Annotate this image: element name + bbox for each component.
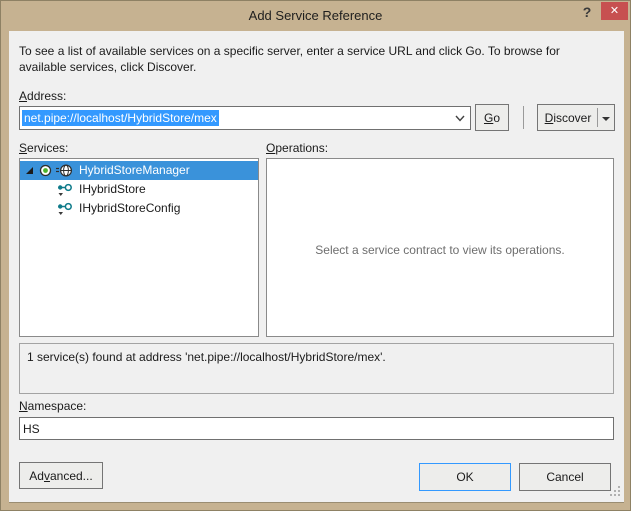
operations-panel[interactable]: Select a service contract to view its op… — [266, 158, 614, 337]
ok-button[interactable]: OK — [419, 463, 511, 491]
help-icon: ? — [582, 4, 592, 20]
status-box: 1 service(s) found at address 'net.pipe:… — [19, 343, 614, 394]
title-bar[interactable]: Add Service Reference — [1, 1, 630, 31]
tree-item-label: IHybridStore — [79, 182, 146, 196]
service-contract-icon — [57, 202, 73, 216]
cancel-button[interactable]: Cancel — [519, 463, 611, 491]
close-icon: ✕ — [609, 5, 620, 17]
web-service-globe-icon — [56, 164, 73, 177]
status-text: 1 service(s) found at address 'net.pipe:… — [27, 350, 386, 364]
chevron-down-icon[interactable] — [455, 115, 465, 122]
tree-row-contract[interactable]: IHybridStore — [20, 180, 258, 199]
discover-button[interactable]: Discover — [537, 104, 615, 131]
address-value: net.pipe://localhost/HybridStore/mex — [22, 110, 219, 126]
go-button[interactable]: Go — [475, 104, 509, 131]
close-button[interactable]: ✕ — [601, 2, 628, 20]
advanced-button[interactable]: Advanced... — [19, 462, 103, 489]
services-label: Services: — [19, 141, 69, 155]
operations-label: Operations: — [266, 141, 329, 155]
add-service-reference-dialog: Add Service Reference ? ✕ To see a list … — [0, 0, 631, 511]
namespace-input[interactable] — [19, 417, 614, 440]
namespace-label: Namespace: — [19, 399, 87, 413]
dialog-title: Add Service Reference — [248, 8, 383, 23]
tree-row-service[interactable]: HybridStoreManager — [20, 161, 258, 180]
tree-expanded-icon[interactable] — [26, 167, 33, 174]
tree-item-label: HybridStoreManager — [79, 163, 190, 177]
tree-row-contract[interactable]: IHybridStoreConfig — [20, 199, 258, 218]
services-tree[interactable]: HybridStoreManager IHybridStore IHybridS… — [19, 158, 259, 337]
instruction-text: To see a list of available services on a… — [19, 44, 560, 74]
address-label: Address: — [19, 89, 67, 103]
operations-empty-text: Select a service contract to view its op… — [315, 243, 565, 257]
toolbar-separator — [523, 106, 524, 129]
help-button[interactable]: ? — [578, 3, 596, 21]
resize-grip[interactable] — [610, 486, 622, 498]
service-endpoint-icon — [39, 164, 52, 177]
address-combobox[interactable]: net.pipe://localhost/HybridStore/mex — [19, 106, 471, 130]
tree-item-label: IHybridStoreConfig — [79, 201, 181, 215]
discover-dropdown-icon[interactable] — [602, 117, 610, 121]
service-contract-icon — [57, 183, 73, 197]
dialog-body: To see a list of available services on a… — [9, 31, 624, 503]
discover-split-divider — [597, 108, 598, 127]
